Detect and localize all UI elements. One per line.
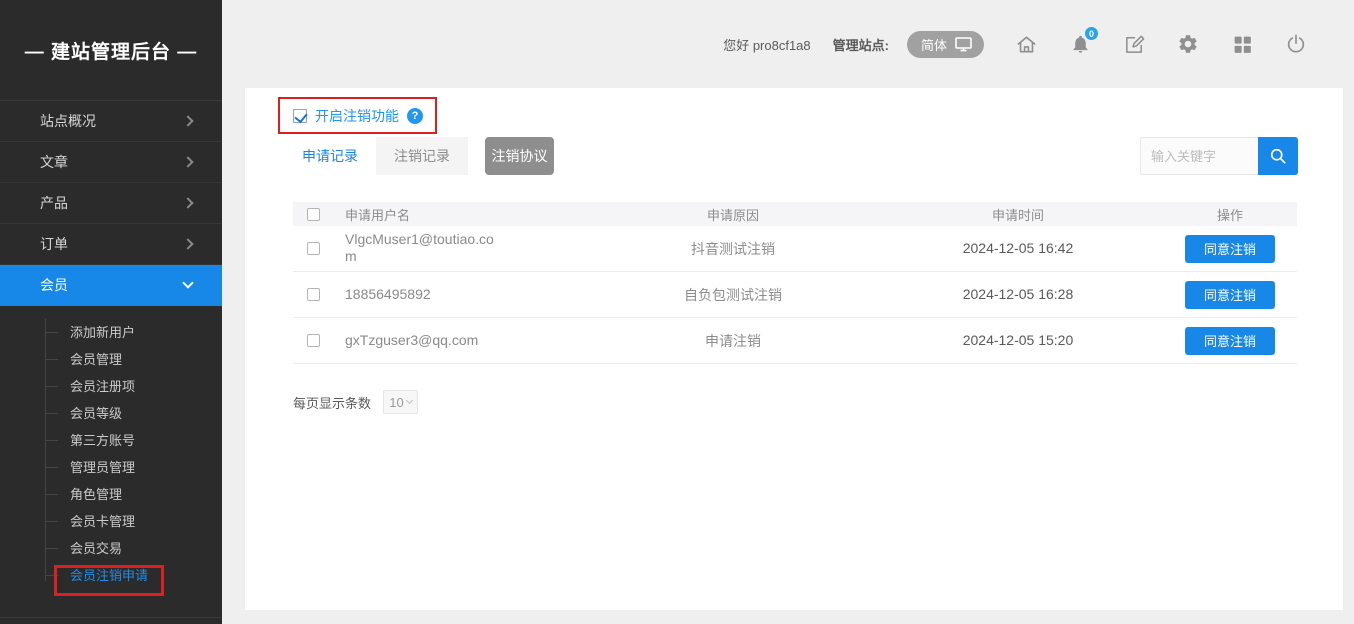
topbar: 您好 pro8cf1a8 管理站点: 简体 0 xyxy=(222,0,1354,88)
header-time: 申请时间 xyxy=(873,205,1163,224)
chevron-down-icon xyxy=(406,397,413,404)
row-checkbox[interactable] xyxy=(307,288,320,301)
sidebar: — 建站管理后台 — 站点概况 文章 产品 订单 会员 添加新用户 会员管理 会… xyxy=(0,0,222,624)
sidebar-item-site-overview[interactable]: 站点概况 xyxy=(0,101,222,142)
sidebar-item-label: 文章 xyxy=(40,152,68,172)
chevron-right-icon xyxy=(182,197,193,208)
table-header-row: 申请用户名 申请原因 申请时间 操作 xyxy=(293,202,1297,226)
user-greeting: 您好 pro8cf1a8 xyxy=(723,35,810,54)
sidebar-item-distribution[interactable]: 分销 xyxy=(0,618,222,624)
search-button[interactable] xyxy=(1258,137,1298,175)
enable-cancellation-checkbox[interactable] xyxy=(293,109,307,123)
row-checkbox[interactable] xyxy=(307,334,320,347)
table-row: gxTzguser3@qq.com 申请注销 2024-12-05 15:20 … xyxy=(293,318,1297,364)
help-question-icon[interactable]: ? xyxy=(407,108,423,124)
language-label: 简体 xyxy=(921,35,947,54)
sidebar-item-label: 站点概况 xyxy=(40,111,96,131)
tab-application-records[interactable]: 申请记录 xyxy=(284,137,376,175)
managed-site-label: 管理站点: xyxy=(833,35,889,54)
submenu-item-member-cancellation[interactable]: 会员注销申请 xyxy=(0,562,222,589)
cell-time: 2024-12-05 16:42 xyxy=(963,240,1074,256)
submenu-item-member-transactions[interactable]: 会员交易 xyxy=(0,535,222,562)
page-size-select[interactable]: 10 xyxy=(383,390,418,414)
apps-grid-icon[interactable] xyxy=(1230,32,1254,56)
cell-username: gxTzguser3@qq.com xyxy=(345,332,478,349)
tab-bar: 申请记录 注销记录 注销协议 xyxy=(284,137,554,175)
cell-username: VlgcMuser1@toutiao.com xyxy=(345,231,503,265)
cell-time: 2024-12-05 16:28 xyxy=(963,286,1074,302)
page-size-value: 10 xyxy=(389,395,403,410)
enable-cancellation-label: 开启注销功能 xyxy=(315,106,399,126)
header-reason: 申请原因 xyxy=(593,205,873,224)
cell-username: 18856495892 xyxy=(345,286,431,303)
search-input[interactable] xyxy=(1140,137,1258,175)
members-submenu: 添加新用户 会员管理 会员注册项 会员等级 第三方账号 管理员管理 角色管理 会… xyxy=(0,306,222,603)
highlight-box-toggle: 开启注销功能 ? xyxy=(278,97,437,134)
submenu-item-member-levels[interactable]: 会员等级 xyxy=(0,400,222,427)
header-action: 操作 xyxy=(1163,205,1297,224)
table-row: 18856495892 自负包测试注销 2024-12-05 16:28 同意注… xyxy=(293,272,1297,318)
cell-reason: 自负包测试注销 xyxy=(684,287,782,303)
search-bar xyxy=(1140,137,1298,175)
submenu-item-registration-fields[interactable]: 会员注册项 xyxy=(0,373,222,400)
chevron-right-icon xyxy=(182,238,193,249)
cell-time: 2024-12-05 15:20 xyxy=(963,332,1074,348)
sidebar-item-label: 产品 xyxy=(40,193,68,213)
cell-reason: 申请注销 xyxy=(705,333,761,349)
applications-table: 申请用户名 申请原因 申请时间 操作 VlgcMuser1@toutiao.co… xyxy=(293,202,1297,364)
agree-cancellation-button[interactable]: 同意注销 xyxy=(1185,281,1275,309)
app-title: — 建站管理后台 — xyxy=(0,0,222,101)
monitor-icon xyxy=(955,37,972,52)
table-row: VlgcMuser1@toutiao.com 抖音测试注销 2024-12-05… xyxy=(293,226,1297,272)
sidebar-item-members[interactable]: 会员 xyxy=(0,265,222,306)
sidebar-item-articles[interactable]: 文章 xyxy=(0,142,222,183)
agree-cancellation-button[interactable]: 同意注销 xyxy=(1185,235,1275,263)
row-checkbox[interactable] xyxy=(307,242,320,255)
main-content: 开启注销功能 ? 申请记录 注销记录 注销协议 申请用户名 申请原因 申请时间 … xyxy=(245,88,1343,610)
page-size-label: 每页显示条数 xyxy=(293,393,371,412)
header-username: 申请用户名 xyxy=(333,205,593,224)
chevron-right-icon xyxy=(182,156,193,167)
agree-cancellation-button[interactable]: 同意注销 xyxy=(1185,327,1275,355)
chevron-down-icon xyxy=(182,277,193,288)
settings-gear-icon[interactable] xyxy=(1176,32,1200,56)
submenu-item-add-user[interactable]: 添加新用户 xyxy=(0,319,222,346)
submenu-item-third-party-accounts[interactable]: 第三方账号 xyxy=(0,427,222,454)
tab-cancellation-agreement[interactable]: 注销协议 xyxy=(485,137,554,175)
submenu-item-member-cards[interactable]: 会员卡管理 xyxy=(0,508,222,535)
sidebar-item-orders[interactable]: 订单 xyxy=(0,224,222,265)
sidebar-item-products[interactable]: 产品 xyxy=(0,183,222,224)
sidebar-item-label: 会员 xyxy=(40,275,68,295)
submenu-item-member-management[interactable]: 会员管理 xyxy=(0,346,222,373)
logout-power-icon[interactable] xyxy=(1284,32,1308,56)
notification-badge: 0 xyxy=(1084,26,1099,41)
search-icon xyxy=(1268,146,1288,166)
tab-cancellation-records[interactable]: 注销记录 xyxy=(376,137,468,175)
submenu-item-admin-management[interactable]: 管理员管理 xyxy=(0,454,222,481)
sidebar-item-label: 订单 xyxy=(40,234,68,254)
submenu-item-role-management[interactable]: 角色管理 xyxy=(0,481,222,508)
home-icon[interactable] xyxy=(1014,32,1038,56)
language-site-button[interactable]: 简体 xyxy=(907,31,984,58)
cell-reason: 抖音测试注销 xyxy=(691,241,775,257)
pagination: 每页显示条数 10 xyxy=(293,390,418,414)
notifications-bell-icon[interactable]: 0 xyxy=(1068,32,1092,56)
chevron-right-icon xyxy=(182,115,193,126)
edit-compose-icon[interactable] xyxy=(1122,32,1146,56)
select-all-checkbox[interactable] xyxy=(307,208,320,221)
